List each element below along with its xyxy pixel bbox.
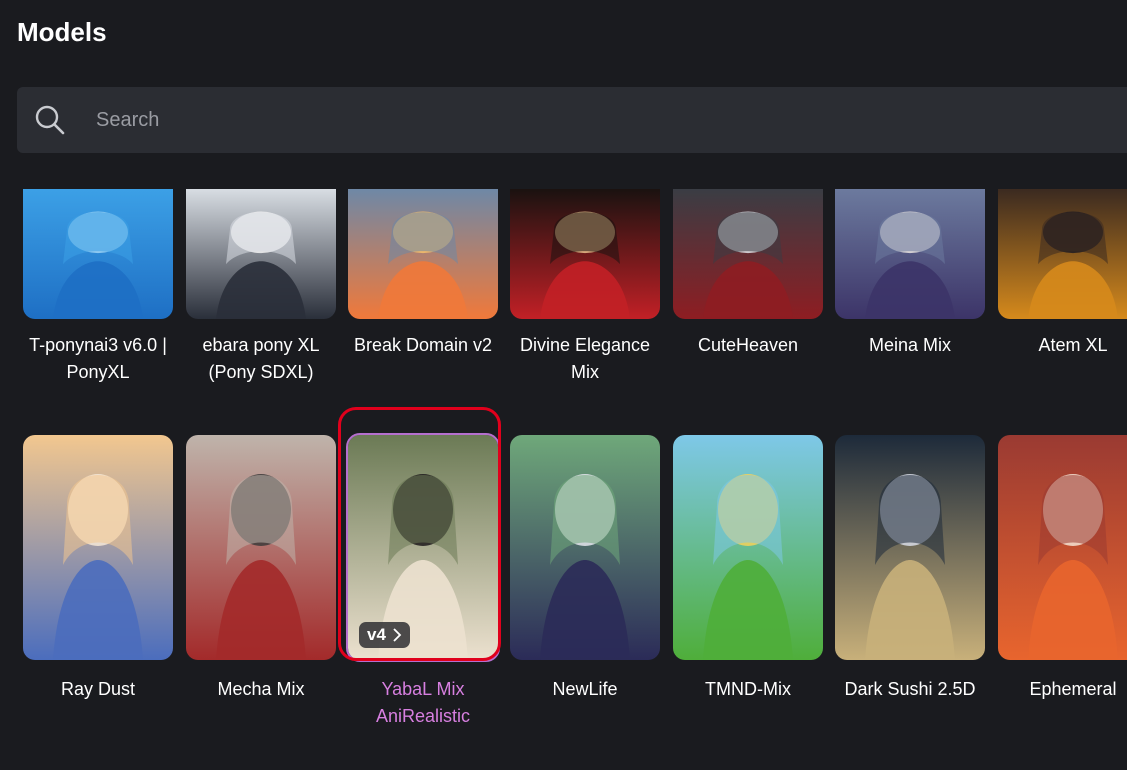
search-input[interactable] [96,87,1096,153]
version-badge-label: v4 [367,625,386,644]
model-name: Break Domain v2 [353,335,493,355]
model-thumbnail[interactable] [835,435,985,660]
models-page: Models T-ponynai3 v6.0 | PonyXL [0,0,1127,770]
model-thumbnail[interactable] [673,189,823,319]
model-thumbnail[interactable]: v4 [346,433,500,662]
model-thumbnail[interactable] [835,189,985,319]
model-name: TMND-Mix [705,679,791,699]
model-thumbnail[interactable] [510,435,660,660]
model-thumbnail[interactable] [673,435,823,660]
model-thumbnail[interactable] [348,189,498,319]
model-name: T-ponynai3 v6.0 | PonyXL [29,335,167,382]
model-card[interactable]: Meina Mix [835,189,985,359]
model-thumbnail[interactable] [510,189,660,319]
model-name: NewLife [552,679,618,699]
version-badge[interactable]: v4 [359,622,410,648]
search-icon [35,105,65,135]
model-name: ebara pony XL (Pony SDXL) [202,335,320,382]
model-card[interactable]: Divine Elegance Mix [510,189,660,386]
model-name: Atem XL [1038,335,1108,355]
model-card[interactable]: Mecha Mix [186,435,336,703]
page-title: Models [17,17,107,47]
model-name: Dark Sushi 2.5D [844,679,976,699]
model-card[interactable]: v4 YabaL Mix AniRealistic [346,433,500,730]
model-name: YabaL Mix AniRealistic [375,679,471,726]
model-name: Meina Mix [868,335,952,355]
model-card[interactable]: Ephemeral [998,435,1127,703]
model-card[interactable]: NewLife [510,435,660,703]
model-thumbnail[interactable] [23,435,173,660]
model-name: CuteHeaven [697,335,799,355]
model-name: Ray Dust [60,679,136,699]
chevron-right-icon [393,628,402,642]
model-card[interactable]: T-ponynai3 v6.0 | PonyXL [23,189,173,386]
model-card[interactable]: CuteHeaven [673,189,823,359]
model-thumbnail[interactable] [998,189,1127,319]
model-thumbnail[interactable] [23,189,173,319]
search-bar[interactable] [17,87,1127,153]
model-card[interactable]: Break Domain v2 [348,189,498,359]
model-card[interactable]: TMND-Mix [673,435,823,703]
model-card[interactable]: Dark Sushi 2.5D [835,435,985,703]
model-name: Ephemeral [1029,679,1117,699]
model-thumbnail[interactable] [186,189,336,319]
model-card[interactable]: Ray Dust [23,435,173,703]
model-card[interactable]: ebara pony XL (Pony SDXL) [186,189,336,386]
model-name: Divine Elegance Mix [519,335,651,382]
model-card[interactable]: Atem XL [998,189,1127,359]
model-thumbnail[interactable] [998,435,1127,660]
model-name: Mecha Mix [217,679,305,699]
model-thumbnail[interactable] [186,435,336,660]
